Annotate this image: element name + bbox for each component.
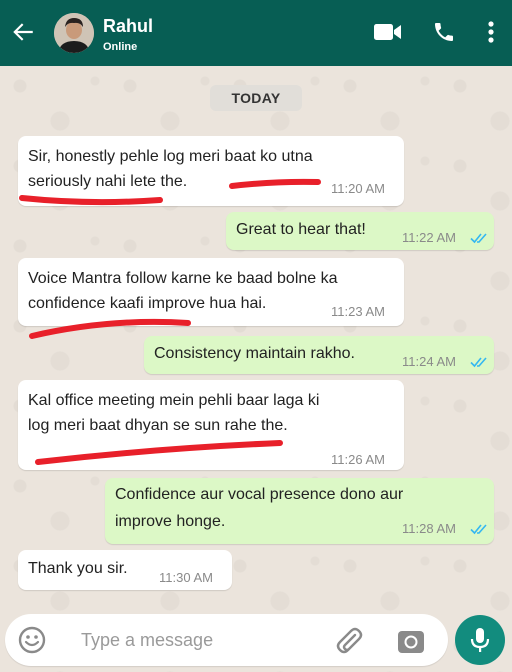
message-time: 11:28 AM xyxy=(402,521,456,536)
message-text-line: Confidence aur vocal presence dono aur xyxy=(115,486,404,503)
read-receipt-icon xyxy=(470,524,487,535)
message-input[interactable]: Type a message xyxy=(81,630,213,651)
message-composer: Type a message xyxy=(5,614,448,666)
message-time: 11:30 AM xyxy=(159,570,213,585)
camera-icon[interactable] xyxy=(395,625,427,657)
microphone-icon xyxy=(470,628,490,652)
message-text-line: Thank you sir. xyxy=(28,560,128,577)
incoming-message[interactable]: Thank you sir. 11:30 AM xyxy=(18,550,232,590)
message-text-line: improve honge. xyxy=(115,513,226,530)
microphone-button[interactable] xyxy=(455,615,505,665)
outgoing-message[interactable]: Confidence aur vocal presence dono aur i… xyxy=(105,478,494,544)
emoji-icon[interactable] xyxy=(17,625,47,655)
paperclip-icon[interactable] xyxy=(333,625,365,657)
